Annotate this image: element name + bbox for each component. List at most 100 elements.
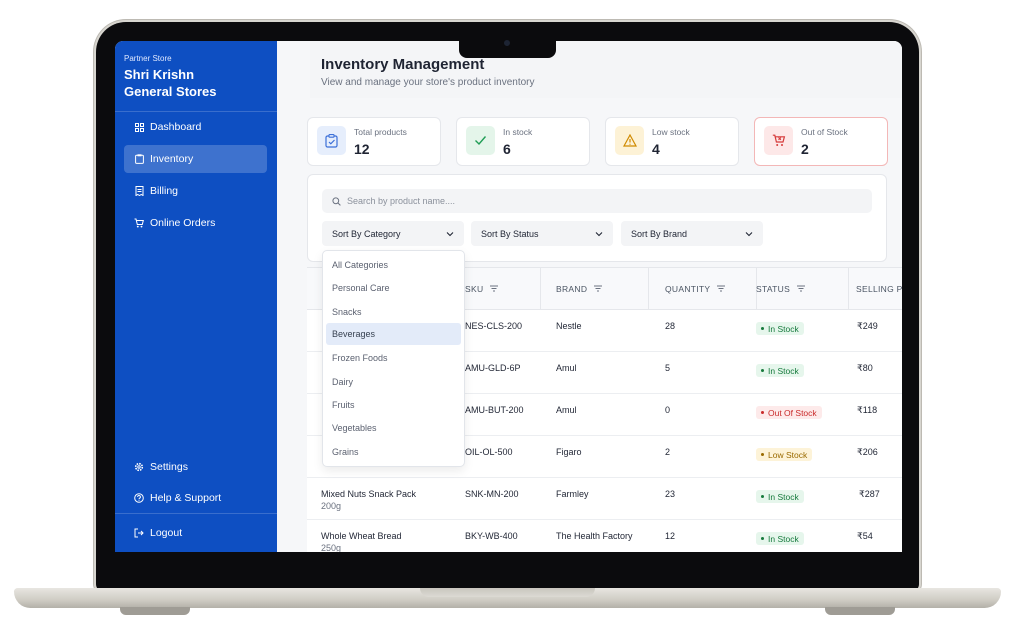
sku-cell: AMU-BUT-200 (465, 405, 524, 415)
app-screen: Partner Store Shri Krishn General Stores… (115, 41, 902, 552)
stat-label: In stock (503, 127, 533, 137)
brand-cell: Figaro (556, 447, 582, 457)
quantity-cell: 0 (665, 405, 671, 415)
table-row[interactable]: Whole Wheat Bread 250g BKY-WB-400 The He… (307, 519, 902, 552)
receipt-icon (134, 186, 144, 196)
sort-by-category-select[interactable]: Sort By Category (322, 221, 464, 246)
column-header-status[interactable]: STATUS (756, 268, 806, 309)
sidebar-item-online-orders[interactable]: Online Orders (124, 209, 267, 237)
page-subtitle: View and manage your store's product inv… (321, 77, 535, 88)
sidebar-item-label: Settings (150, 461, 188, 473)
stat-card-in-stock: In stock 6 (456, 117, 590, 166)
status-badge: Low Stock (756, 448, 813, 461)
column-header-selling-price[interactable]: SELLING PI (856, 268, 902, 309)
sort-by-brand-select[interactable]: Sort By Brand (621, 221, 763, 246)
clipboard-icon (134, 154, 144, 164)
table-row[interactable]: Mixed Nuts Snack Pack 200g SNK-MN-200 Fa… (307, 477, 902, 520)
column-header-quantity[interactable]: QUANTITY (665, 268, 726, 309)
laptop-bezel (115, 552, 902, 570)
dropdown-option-dairy[interactable]: Dairy (326, 371, 461, 393)
category-dropdown-menu: All Categories Personal Care Snacks Beve… (322, 250, 465, 467)
stat-label: Low stock (652, 127, 690, 137)
store-name-line2: General Stores (124, 84, 217, 99)
stat-card-low-stock: Low stock 4 (605, 117, 739, 166)
column-divider (848, 268, 849, 309)
cart-x-icon (764, 126, 793, 155)
price-cell: ₹287 (859, 489, 880, 499)
brand-cell: Amul (556, 405, 577, 415)
column-header-label: QUANTITY (665, 283, 711, 294)
dropdown-option-all-categories[interactable]: All Categories (326, 254, 461, 276)
status-badge: In Stock (756, 532, 804, 545)
brand-cell: Farmley (556, 489, 589, 499)
help-icon (134, 493, 144, 503)
cart-icon (134, 218, 144, 228)
column-divider (540, 268, 541, 309)
brand-cell: The Health Factory (556, 531, 633, 541)
quantity-cell: 12 (665, 531, 676, 541)
sidebar-divider (115, 111, 277, 112)
product-name: Mixed Nuts Snack Pack (321, 489, 417, 499)
store-name-line1: Shri Krishn (124, 67, 195, 82)
column-header-label: SELLING PI (856, 283, 902, 294)
stat-value: 12 (354, 141, 370, 157)
sort-status-label: Sort By Status (481, 228, 539, 239)
dropdown-option-frozen-foods[interactable]: Frozen Foods (326, 347, 461, 369)
laptop-foot-right (825, 607, 895, 615)
dropdown-option-fruits[interactable]: Fruits (326, 394, 461, 416)
status-badge: In Stock (756, 364, 804, 377)
price-cell: ₹80 (857, 363, 873, 373)
sidebar: Partner Store Shri Krishn General Stores… (115, 41, 277, 552)
search-input[interactable] (345, 195, 849, 207)
stat-card-out-of-stock: Out of Stock 2 (754, 117, 888, 166)
brand-cell: Amul (556, 363, 577, 373)
sort-by-status-select[interactable]: Sort By Status (471, 221, 613, 246)
chevron-down-icon (745, 230, 753, 238)
dropdown-option-beverages[interactable]: Beverages (326, 323, 461, 345)
chevron-down-icon (595, 230, 603, 238)
column-header-label: STATUS (756, 283, 791, 294)
search-icon (332, 196, 341, 206)
sidebar-item-billing[interactable]: Billing (124, 177, 267, 205)
stat-label: Out of Stock (801, 127, 848, 137)
camera-notch (459, 40, 556, 58)
dropdown-option-snacks[interactable]: Snacks (326, 301, 461, 323)
dropdown-option-grains[interactable]: Grains (326, 441, 461, 463)
dropdown-option-personal-care[interactable]: Personal Care (326, 277, 461, 299)
sidebar-item-dashboard[interactable]: Dashboard (124, 113, 267, 141)
laptop-base-notch (420, 588, 595, 597)
column-header-label: BRAND (556, 283, 588, 294)
sidebar-divider (115, 513, 277, 514)
quantity-cell: 5 (665, 363, 671, 373)
warning-icon (615, 126, 644, 155)
sidebar-item-inventory[interactable]: Inventory (124, 145, 267, 173)
dropdown-option-vegetables[interactable]: Vegetables (326, 417, 461, 439)
sku-cell: NES-CLS-200 (465, 321, 523, 331)
sidebar-item-label: Help & Support (150, 492, 222, 504)
column-header-label: SKU (465, 283, 484, 294)
sort-icon (490, 285, 499, 292)
sidebar-item-logout[interactable]: Logout (124, 519, 267, 547)
sort-category-label: Sort By Category (332, 228, 401, 239)
store-caption: Partner Store (124, 54, 172, 63)
sidebar-item-label: Online Orders (150, 217, 216, 229)
logout-icon (134, 528, 144, 538)
product-name: Whole Wheat Bread (321, 531, 402, 541)
product-unit: 200g (321, 501, 342, 511)
quantity-cell: 23 (665, 489, 676, 499)
stat-card-total-products: Total products 12 (307, 117, 441, 166)
price-cell: ₹206 (857, 447, 878, 457)
sidebar-item-help[interactable]: Help & Support (124, 484, 267, 512)
price-cell: ₹54 (857, 531, 873, 541)
quantity-cell: 28 (665, 321, 676, 331)
sort-icon (797, 285, 806, 292)
column-header-brand[interactable]: BRAND (556, 268, 603, 309)
search-box[interactable] (322, 189, 872, 213)
sku-cell: OIL-OL-500 (465, 447, 513, 457)
sort-brand-label: Sort By Brand (631, 228, 688, 239)
grid-icon (134, 122, 144, 132)
page-title: Inventory Management (321, 56, 485, 73)
column-header-sku[interactable]: SKU (465, 268, 499, 309)
filter-panel: Sort By Category Sort By Status Sort By … (307, 174, 887, 262)
sidebar-item-settings[interactable]: Settings (124, 453, 267, 481)
